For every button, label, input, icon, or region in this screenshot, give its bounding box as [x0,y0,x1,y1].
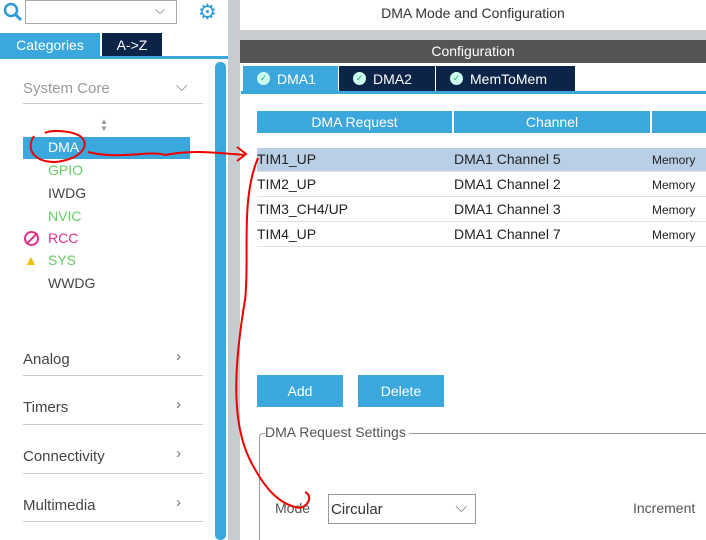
cell-request: TIM1_UP [257,151,317,167]
table-row[interactable]: TIM4_UP DMA1 Channel 7 Memory [257,223,706,247]
tab-memtomem[interactable]: ✓ MemToMem [436,66,575,91]
config-title: Configuration [240,40,706,63]
divider [23,375,203,376]
sidebar-item-gpio[interactable]: GPIO [48,162,83,178]
tab-underline [241,91,706,94]
divider [23,103,203,104]
tab-a-z[interactable]: A->Z [102,33,162,56]
category-multimedia[interactable]: Multimedia [23,497,96,514]
cell-request: TIM4_UP [257,226,317,242]
table-row[interactable]: TIM3_CH4/UP DMA1 Channel 3 Memory [257,198,706,222]
chevron-right-icon[interactable]: › [176,445,181,462]
cell-direction: Memory [652,178,696,192]
divider [23,424,203,425]
chevron-right-icon[interactable]: › [176,348,181,365]
category-timers[interactable]: Timers [23,399,68,416]
column-header-direction[interactable] [652,111,706,133]
sidebar-item-wwdg[interactable]: WWDG [48,275,95,291]
tab-dma2[interactable]: ✓ DMA2 [339,66,435,91]
column-header-dma-request[interactable]: DMA Request [257,111,452,133]
add-button[interactable]: Add [257,375,343,407]
increment-label: Increment [633,500,696,516]
check-icon: ✓ [257,72,270,85]
chevron-down-icon[interactable]: ⌵ [176,78,187,95]
chevron-right-icon[interactable]: › [176,396,181,413]
chevron-down-icon[interactable]: ⌵ [155,2,165,18]
cell-request: TIM3_CH4/UP [257,201,349,217]
cell-channel: DMA1 Channel 5 [454,151,561,167]
table-row[interactable]: TIM2_UP DMA1 Channel 2 Memory [257,173,706,197]
tab-dma1[interactable]: ✓ DMA1 [243,66,338,91]
chevron-down-icon: ⌵ [455,499,467,516]
sidebar-item-dma[interactable]: DMA [48,139,79,155]
category-connectivity[interactable]: Connectivity [23,448,105,465]
sidebar-item-sys[interactable]: SYS [48,252,76,268]
sort-icon[interactable]: ▲ ▼ [100,118,108,133]
tab-label: DMA2 [373,70,412,87]
sidebar-item-nvic[interactable]: NVIC [48,208,81,224]
gear-icon[interactable]: ⚙ [198,0,217,25]
tab-underline [0,56,228,59]
cell-direction: Memory [652,203,696,217]
divider [23,473,203,474]
check-icon: ✓ [353,72,366,85]
cell-direction: Memory [652,153,696,167]
search-icon[interactable] [2,1,24,23]
settings-group [259,433,706,540]
scrollbar[interactable] [215,62,226,540]
tab-label: DMA1 [277,70,316,87]
chevron-right-icon[interactable]: › [176,494,181,511]
error-icon [24,231,39,246]
settings-title: DMA Request Settings [265,424,409,440]
mode-select[interactable]: Circular ⌵ [328,494,476,524]
page-title: DMA Mode and Configuration [381,5,565,21]
delete-button[interactable]: Delete [358,375,444,407]
tab-categories[interactable]: Categories [0,33,100,56]
warning-icon: ▲ [24,252,38,268]
sidebar-item-rcc[interactable]: RCC [48,230,78,246]
check-icon: ✓ [450,72,463,85]
divider [23,521,203,522]
category-analog[interactable]: Analog [23,351,70,368]
table-row[interactable]: TIM1_UP DMA1 Channel 5 Memory [257,148,706,172]
cell-channel: DMA1 Channel 7 [454,226,561,242]
category-system-core[interactable]: System Core [23,80,110,97]
cell-direction: Memory [652,228,696,242]
sidebar-item-iwdg[interactable]: IWDG [48,185,86,201]
cell-request: TIM2_UP [257,176,317,192]
cell-channel: DMA1 Channel 3 [454,201,561,217]
mode-value: Circular [331,501,383,518]
column-header-channel[interactable]: Channel [454,111,650,133]
tab-label: MemToMem [470,70,548,87]
panel-divider[interactable] [228,0,240,540]
mode-label: Mode [275,500,311,516]
cell-channel: DMA1 Channel 2 [454,176,561,192]
